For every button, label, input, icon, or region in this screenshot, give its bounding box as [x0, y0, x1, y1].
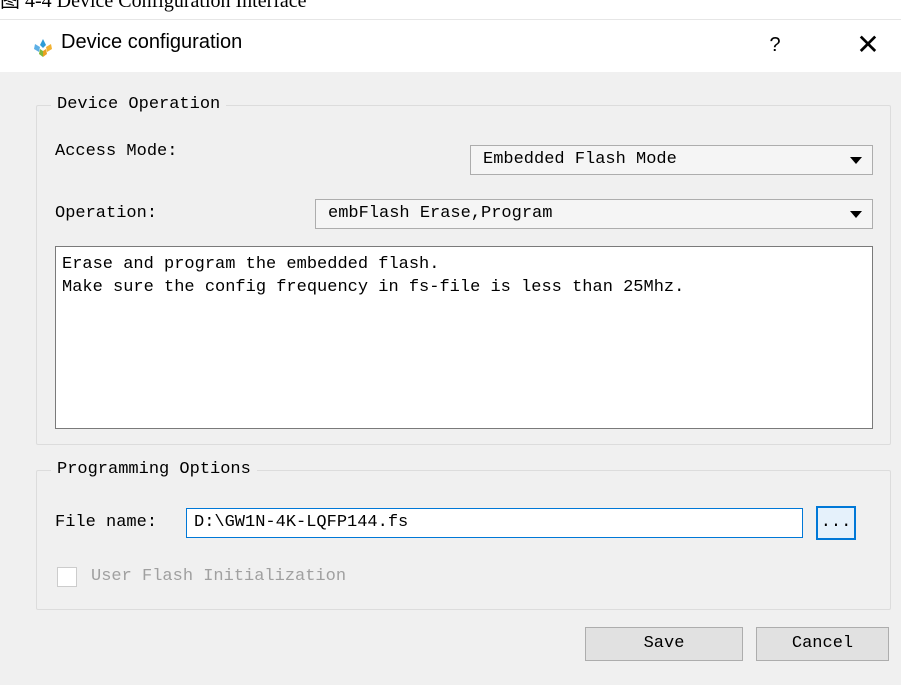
- access-mode-label: Access Mode:: [55, 142, 178, 161]
- chevron-down-icon: [850, 211, 862, 218]
- access-mode-dropdown[interactable]: Embedded Flash Mode: [470, 145, 873, 175]
- file-name-label: File name:: [55, 513, 158, 532]
- close-button[interactable]: ✕: [848, 26, 888, 64]
- description-line: Make sure the config frequency in fs-fil…: [62, 278, 685, 297]
- device-operation-title: Device Operation: [51, 93, 227, 117]
- user-flash-label: User Flash Initialization: [91, 567, 347, 586]
- operation-value: embFlash Erase,Program: [328, 204, 553, 223]
- browse-button[interactable]: ...: [816, 506, 856, 540]
- window-title: Device configuration: [61, 31, 243, 53]
- programming-options-title: Programming Options: [51, 458, 257, 482]
- operation-dropdown[interactable]: embFlash Erase,Program: [315, 199, 873, 229]
- help-button[interactable]: ?: [760, 28, 790, 62]
- gowin-logo-icon: [31, 36, 55, 60]
- operation-description[interactable]: Erase and program the embedded flash. Ma…: [55, 246, 873, 429]
- save-button[interactable]: Save: [585, 627, 743, 661]
- device-configuration-dialog: Device configuration ? ✕ Device Operatio…: [0, 19, 901, 685]
- close-icon: ✕: [856, 29, 880, 60]
- operation-label: Operation:: [55, 204, 158, 223]
- file-name-input[interactable]: D:\GW1N-4K-LQFP144.fs: [186, 508, 803, 538]
- title-bar: Device configuration ? ✕: [0, 20, 901, 72]
- chevron-down-icon: [850, 157, 862, 164]
- cancel-button[interactable]: Cancel: [756, 627, 889, 661]
- access-mode-value: Embedded Flash Mode: [483, 150, 677, 169]
- description-line: Erase and program the embedded flash.: [62, 255, 440, 274]
- programming-options-group: Programming Options: [36, 458, 891, 610]
- figure-caption: 图 4-4 Device Configuration Interface: [0, 0, 307, 12]
- user-flash-checkbox[interactable]: [57, 567, 77, 587]
